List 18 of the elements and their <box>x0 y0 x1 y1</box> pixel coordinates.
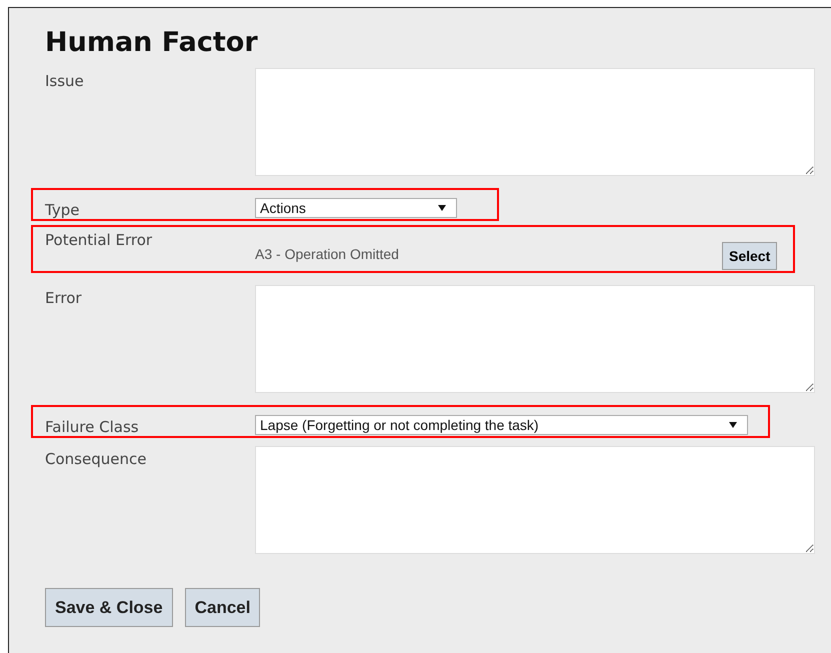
cancel-button[interactable]: Cancel <box>184 588 260 627</box>
select-button[interactable]: Select <box>722 242 778 270</box>
form-title: Human Factor <box>44 26 259 60</box>
field-value: A3 - Operation Omitted <box>255 246 400 262</box>
field-label: Type <box>45 200 80 219</box>
text-area[interactable] <box>255 285 815 393</box>
text-area[interactable] <box>255 68 815 176</box>
dropdown[interactable]: Actions <box>255 198 457 218</box>
field-label: Failure Class <box>45 417 140 436</box>
field-label: Issue <box>45 71 85 90</box>
caret-icon <box>728 422 736 428</box>
text-area[interactable] <box>255 446 815 554</box>
save-button[interactable]: Save & Close <box>45 588 173 627</box>
dropdown[interactable]: Lapse (Forgetting or not completing the task) <box>255 415 748 435</box>
field-label: Consequence <box>45 449 148 468</box>
field-label: Potential Error <box>45 230 154 249</box>
field-label: Error <box>45 288 83 307</box>
caret-icon <box>438 205 446 211</box>
